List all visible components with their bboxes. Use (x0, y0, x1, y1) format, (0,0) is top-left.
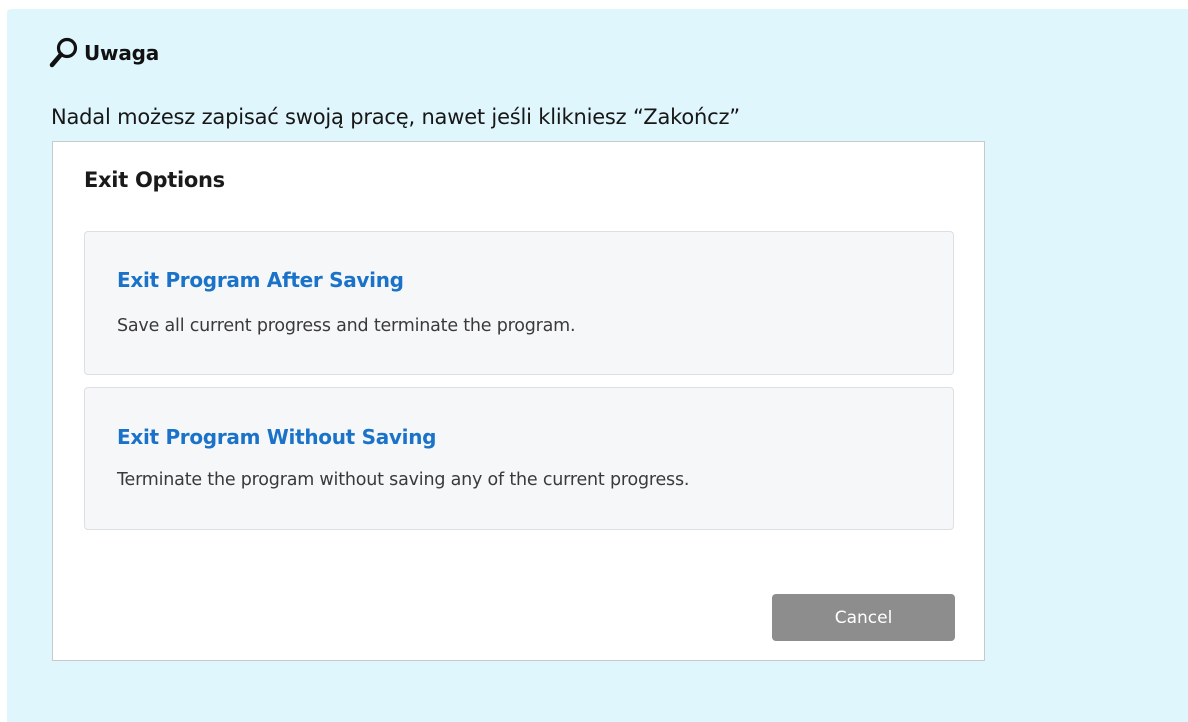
magnifier-icon (46, 35, 82, 71)
exit-after-saving-option[interactable]: Exit Program After Saving Save all curre… (84, 231, 954, 375)
option-description: Terminate the program without saving any… (117, 470, 690, 490)
exit-options-dialog: Exit Options Exit Program After Saving S… (52, 141, 985, 661)
option-title: Exit Program Without Saving (117, 425, 437, 449)
option-title: Exit Program After Saving (117, 268, 404, 292)
dialog-title: Exit Options (84, 168, 225, 192)
option-description: Save all current progress and terminate … (117, 316, 576, 336)
callout-title: Uwaga (84, 41, 160, 65)
callout-header: Uwaga (46, 33, 159, 73)
exit-without-saving-option[interactable]: Exit Program Without Saving Terminate th… (84, 387, 954, 530)
callout-text: Nadal możesz zapisać swoją pracę, nawet … (51, 105, 740, 129)
cancel-button[interactable]: Cancel (772, 594, 955, 641)
